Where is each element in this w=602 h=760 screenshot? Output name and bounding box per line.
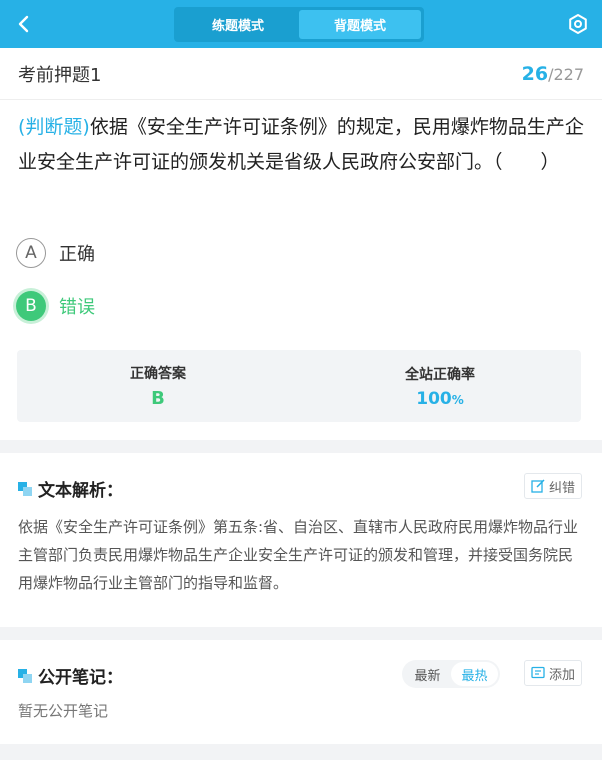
tab-recite-mode[interactable]: 背题模式 [299, 10, 421, 39]
report-error-button[interactable]: 纠错 [523, 473, 582, 499]
correct-answer-block: 正确答案 B [17, 350, 299, 422]
top-bar: 练题模式 背题模式 [0, 0, 602, 48]
section-icon [18, 481, 32, 496]
accuracy-label: 全站正确率 [405, 366, 475, 383]
back-icon [18, 15, 29, 33]
answer-summary: 正确答案 B 全站正确率 100% [17, 350, 581, 422]
back-button[interactable] [8, 8, 40, 40]
option-b-text: 错误 [59, 297, 95, 318]
add-note-label: 添加 [548, 667, 575, 683]
total-questions: 227 [553, 64, 584, 84]
notes-title: 公开笔记： [38, 668, 123, 688]
tab-practice-mode[interactable]: 练题模式 [177, 10, 299, 39]
exam-header: 考前押题1 26/227 [0, 48, 602, 100]
empty-notes-text: 暂无公开笔记 [18, 702, 109, 720]
settings-icon [569, 14, 587, 34]
notes-sort-switch: 最新 最热 [402, 660, 500, 688]
option-a-letter: A [16, 238, 46, 268]
mode-switch: 练题模式 背题模式 [174, 7, 424, 42]
sort-hottest[interactable]: 最热 [451, 662, 498, 686]
notes-card: 公开笔记： 最新 最热 添加 暂无公开笔记 [0, 640, 602, 744]
report-error-label: 纠错 [548, 480, 575, 496]
section-icon [18, 668, 32, 683]
sort-newest[interactable]: 最新 [404, 662, 451, 686]
settings-button[interactable] [566, 12, 590, 36]
option-a[interactable]: A 正确 [16, 238, 95, 268]
analysis-text: 依据《安全生产许可证条例》第五条:省、自治区、直辖市人民政府民用爆炸物品行业主管… [18, 518, 579, 592]
analysis-card: 文本解析： 纠错 依据《安全生产许可证条例》第五条:省、自治区、直辖市人民政府民… [0, 453, 602, 627]
accuracy-unit: % [451, 392, 464, 407]
correct-answer-label: 正确答案 [130, 366, 186, 382]
note-icon [531, 666, 545, 679]
exam-title: 考前押题1 [18, 64, 102, 86]
analysis-header: 文本解析： [18, 476, 123, 501]
question-progress: 26/227 [522, 63, 584, 85]
accuracy-number: 100 [416, 388, 452, 409]
option-a-text: 正确 [59, 244, 95, 265]
question-card: 考前押题1 26/227 (判断题)依据《安全生产许可证条例》的规定，民用爆炸物… [0, 48, 602, 440]
accuracy-value: 100% [416, 389, 464, 409]
correct-answer-value: B [151, 388, 165, 409]
option-b[interactable]: B 错误 [16, 291, 95, 321]
question-stem: (判断题)依据《安全生产许可证条例》的规定，民用爆炸物品生产企业安全生产许可证的… [0, 100, 602, 180]
current-question-number: 26 [521, 62, 549, 85]
notes-header: 公开笔记： [18, 663, 123, 688]
edit-icon [531, 479, 545, 493]
add-note-button[interactable]: 添加 [523, 660, 582, 686]
analysis-title: 文本解析： [38, 481, 123, 501]
accuracy-block: 全站正确率 100% [299, 350, 581, 422]
question-type: (判断题) [18, 116, 90, 138]
option-b-letter: B [16, 291, 46, 321]
question-text: 依据《安全生产许可证条例》的规定，民用爆炸物品生产企业安全生产许可证的颁发机关是… [18, 116, 584, 173]
